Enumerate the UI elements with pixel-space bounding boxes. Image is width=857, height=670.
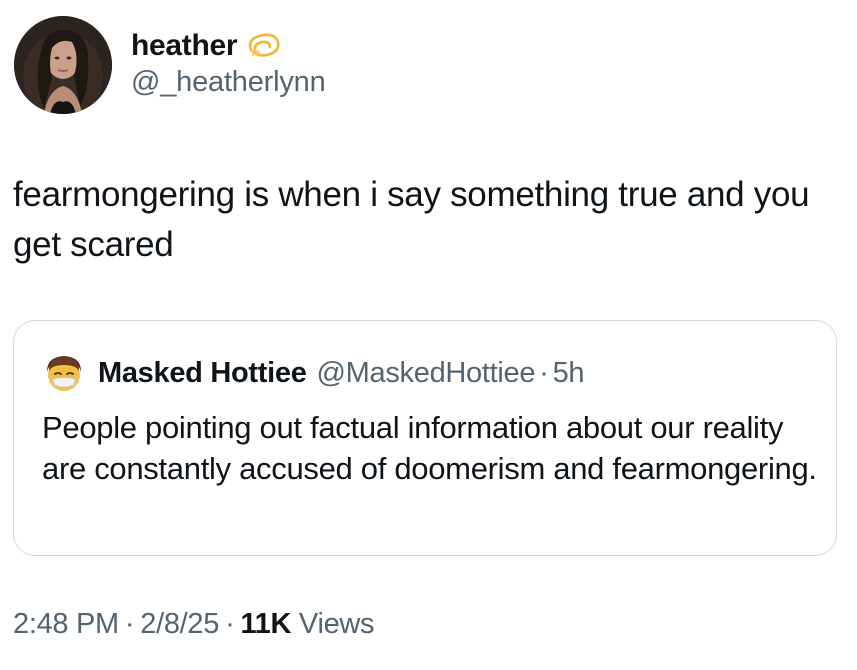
tweet-text: fearmongering is when i say something tr… bbox=[13, 175, 810, 264]
quoted-tweet-header: Masked Hottiee @MaskedHottiee · 5h bbox=[42, 351, 585, 395]
meta-separator: · bbox=[225, 608, 235, 640]
quoted-tweet-card[interactable]: Masked Hottiee @MaskedHottiee · 5h Peopl… bbox=[13, 320, 837, 556]
tweet-time[interactable]: 2:48 PM bbox=[13, 608, 119, 640]
author-avatar[interactable] bbox=[14, 16, 112, 114]
author-handle[interactable]: @_heatherlynn bbox=[131, 66, 326, 99]
quoted-author-handle[interactable]: @MaskedHottiee bbox=[317, 357, 536, 390]
author-name-row: heather bbox=[131, 26, 281, 66]
quoted-timestamp[interactable]: 5h bbox=[553, 357, 585, 390]
dizzy-star-emoji-icon bbox=[248, 33, 280, 57]
profile-photo-icon bbox=[14, 16, 112, 114]
views-label: Views bbox=[298, 608, 375, 640]
meta-separator: · bbox=[124, 608, 135, 640]
face-with-mask-emoji-avatar[interactable] bbox=[42, 351, 86, 395]
views-count: 11K bbox=[240, 608, 292, 640]
tweet-date[interactable]: 2/8/25 bbox=[140, 608, 219, 640]
tweet-meta-row: 2:48 PM · 2/8/25 · 11K Views bbox=[13, 608, 375, 641]
quoted-separator: · bbox=[539, 356, 549, 389]
author-display-name[interactable]: heather bbox=[131, 29, 238, 63]
quoted-tweet-text: People pointing out factual information … bbox=[42, 410, 817, 486]
quoted-author-display-name[interactable]: Masked Hottiee bbox=[98, 357, 307, 390]
tweet-card: heather @_heatherlynn fearmongering is w… bbox=[0, 0, 857, 670]
